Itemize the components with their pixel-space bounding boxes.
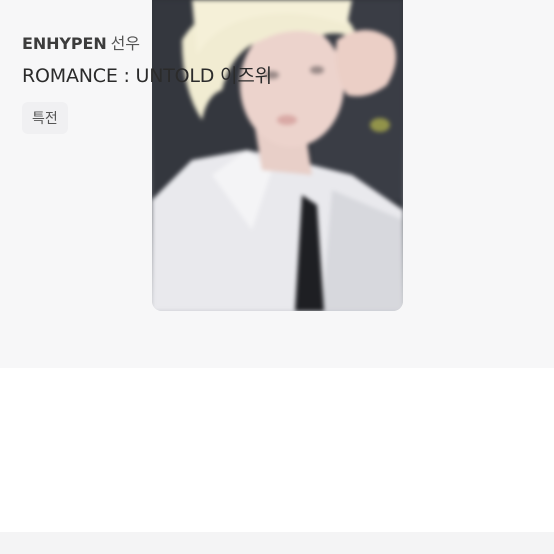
group-name: ENHYPEN (22, 34, 107, 53)
product-image-area (0, 0, 554, 368)
product-title: ROMANCE : UNTOLD 이즈위 (22, 65, 272, 87)
artist-label: ENHYPEN 선우 (22, 30, 140, 54)
product-info-panel (0, 368, 554, 554)
photocard-illustration (152, 0, 403, 311)
photocard-image[interactable] (152, 0, 403, 311)
benefit-tag[interactable]: 특전 (22, 102, 68, 134)
section-divider (0, 532, 554, 554)
member-name: 선우 (110, 34, 140, 53)
